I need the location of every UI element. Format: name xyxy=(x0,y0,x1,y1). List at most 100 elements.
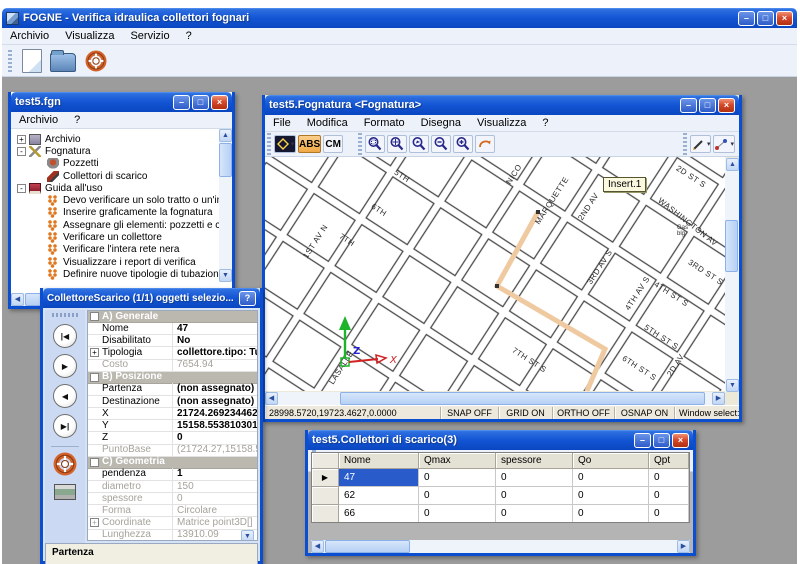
cell-qpt[interactable]: 0 xyxy=(649,505,689,523)
table-row[interactable]: 66 0 0 0 0 xyxy=(312,505,689,523)
snap-toggle[interactable]: SNAP OFF xyxy=(440,407,498,419)
property-value[interactable]: collettore.tipo: Tubaz xyxy=(172,347,257,359)
record-nav-button[interactable]: ▶ xyxy=(53,354,77,378)
chevron-down-icon[interactable]: ▾ xyxy=(707,140,711,148)
expand-toggle-icon[interactable]: + xyxy=(90,518,99,527)
cell-qo[interactable]: 0 xyxy=(573,505,649,523)
table-titlebar[interactable]: test5.Collettori di scarico(3) – □ × xyxy=(308,430,693,450)
table-row[interactable]: 62 0 0 0 0 xyxy=(312,487,689,505)
property-row[interactable]: spessore 0 xyxy=(88,493,257,505)
property-value[interactable]: 21724.2692344622 xyxy=(172,408,257,420)
property-value[interactable]: 15158.5538103017 xyxy=(172,420,257,432)
map-vertical-scrollbar[interactable]: ▲ ▼ xyxy=(725,158,739,392)
osnap-toggle[interactable]: OSNAP ON xyxy=(614,407,674,419)
close-icon[interactable]: × xyxy=(211,95,228,110)
property-row[interactable]: Lunghezza 13910.09 xyxy=(88,530,257,541)
property-row[interactable]: pendenza 1 xyxy=(88,469,257,481)
property-value[interactable]: (21724.27,15158.55,0.00 xyxy=(172,444,257,456)
expand-toggle-icon[interactable]: - xyxy=(17,147,26,156)
tree-vertical-scrollbar[interactable]: ▲ ▼ xyxy=(219,129,232,282)
zoom-extents-icon[interactable] xyxy=(387,135,407,153)
row-selector[interactable]: ▶ xyxy=(312,469,339,487)
property-row[interactable]: - A) Generale xyxy=(88,311,257,323)
tree-titlebar[interactable]: test5.fgn – □ × xyxy=(11,92,232,112)
scroll-right-icon[interactable]: ▶ xyxy=(677,540,690,553)
abs-toggle[interactable]: ABS xyxy=(298,135,321,153)
property-row[interactable]: Costo 7654.94 xyxy=(88,360,257,372)
help-lifering-icon[interactable] xyxy=(84,49,108,73)
property-value[interactable]: No xyxy=(172,335,257,347)
zoom-dynamic-icon[interactable] xyxy=(409,135,429,153)
tree-item[interactable]: Visualizzare i report di verifica xyxy=(11,256,232,268)
table-horizontal-scrollbar[interactable]: ◀ ▶ xyxy=(311,540,690,553)
menu-item[interactable]: Formato xyxy=(356,116,413,130)
cell-qo[interactable]: 0 xyxy=(573,487,649,505)
minimize-icon[interactable]: – xyxy=(634,433,651,448)
menu-item[interactable]: ? xyxy=(178,29,200,43)
property-row[interactable]: Destinazione (non assegnato) xyxy=(88,396,257,408)
menu-item[interactable]: Disegna xyxy=(413,116,469,130)
menu-item[interactable]: ? xyxy=(66,113,88,127)
maximize-icon[interactable]: □ xyxy=(653,433,670,448)
zoom-in-icon[interactable] xyxy=(453,135,473,153)
toolbar-grip[interactable] xyxy=(52,313,78,317)
ortho-toggle[interactable]: ORTHO OFF xyxy=(552,407,614,419)
expand-toggle-icon[interactable]: - xyxy=(90,312,99,321)
cell-spessore[interactable]: 0 xyxy=(496,487,573,505)
cm-toggle[interactable]: CM xyxy=(323,135,343,153)
property-value[interactable]: Matrice point3D[] xyxy=(172,517,257,529)
insert-label[interactable]: Insert.1 xyxy=(603,177,646,192)
expand-toggle-icon[interactable]: - xyxy=(90,458,99,467)
maximize-icon[interactable]: □ xyxy=(192,95,209,110)
menu-item[interactable]: Archivio xyxy=(2,29,57,43)
print-icon[interactable] xyxy=(54,484,76,500)
property-value[interactable]: 150 xyxy=(172,481,257,493)
close-icon[interactable]: × xyxy=(672,433,689,448)
grid-toggle[interactable]: GRID ON xyxy=(498,407,552,419)
tree-item[interactable]: Verificare un collettore xyxy=(11,231,232,243)
property-value[interactable]: 0 xyxy=(172,493,257,505)
menu-item[interactable]: File xyxy=(265,116,299,130)
cell-spessore[interactable]: 0 xyxy=(496,505,573,523)
expand-toggle-icon[interactable]: - xyxy=(90,373,99,382)
tree-item[interactable]: Pozzetti xyxy=(11,158,232,170)
scroll-left-icon[interactable]: ◀ xyxy=(265,392,278,405)
menu-item[interactable]: Servizio xyxy=(122,29,177,43)
tree-item[interactable]: Verificare l'intera rete nera xyxy=(11,244,232,256)
table-row[interactable]: ▶ 47 0 0 0 0 xyxy=(312,469,689,487)
toolbar-grip[interactable] xyxy=(683,133,687,155)
chevron-down-icon[interactable]: ▾ xyxy=(730,140,734,148)
property-row[interactable]: PuntoBase (21724.27,15158.55,0.00 xyxy=(88,445,257,457)
layer-tool-icon[interactable]: ▾ xyxy=(274,135,296,153)
menu-item[interactable]: Visualizza xyxy=(57,29,122,43)
column-header[interactable]: Qmax xyxy=(419,453,496,469)
minimize-icon[interactable]: – xyxy=(738,11,755,26)
scroll-thumb[interactable] xyxy=(219,143,232,177)
record-nav-button[interactable]: ▶| xyxy=(53,414,77,438)
record-nav-button[interactable]: |◀ xyxy=(53,324,77,348)
property-row[interactable]: Forma Circolare xyxy=(88,505,257,517)
menu-item[interactable]: Archivio xyxy=(11,113,66,127)
scroll-down-icon[interactable]: ▼ xyxy=(726,379,739,392)
minimize-icon[interactable]: – xyxy=(173,95,190,110)
chevron-down-icon[interactable]: ▾ xyxy=(291,140,295,148)
pan-orbit-icon[interactable] xyxy=(475,135,495,153)
map-canvas[interactable]: 5TH6TH7TH1ST AV NNICOMARQUETTE2ND AV2D S… xyxy=(265,157,725,391)
route-node[interactable] xyxy=(495,284,499,288)
help-lifering-icon[interactable] xyxy=(53,452,77,476)
help-icon[interactable]: ? xyxy=(239,291,256,306)
node-tool-icon[interactable]: ▾ xyxy=(713,135,735,153)
menu-item[interactable]: ? xyxy=(534,116,556,130)
zoom-out-icon[interactable] xyxy=(431,135,451,153)
scroll-down-icon[interactable]: ▼ xyxy=(219,269,232,282)
tree-item[interactable]: Definire nuove tipologie di tubazioni xyxy=(11,268,232,280)
tree-item[interactable]: - Guida all'uso xyxy=(11,182,232,194)
row-selector[interactable] xyxy=(312,505,339,523)
column-header[interactable]: spessore xyxy=(496,453,573,469)
tree-item[interactable]: + Archivio xyxy=(11,133,232,145)
map-horizontal-scrollbar[interactable]: ◀ ▶ xyxy=(265,392,725,405)
row-selector[interactable] xyxy=(312,487,339,505)
cell-nome[interactable]: 62 xyxy=(339,487,419,505)
scroll-up-icon[interactable]: ▲ xyxy=(726,158,739,171)
property-row[interactable]: X 21724.2692344622 xyxy=(88,408,257,420)
